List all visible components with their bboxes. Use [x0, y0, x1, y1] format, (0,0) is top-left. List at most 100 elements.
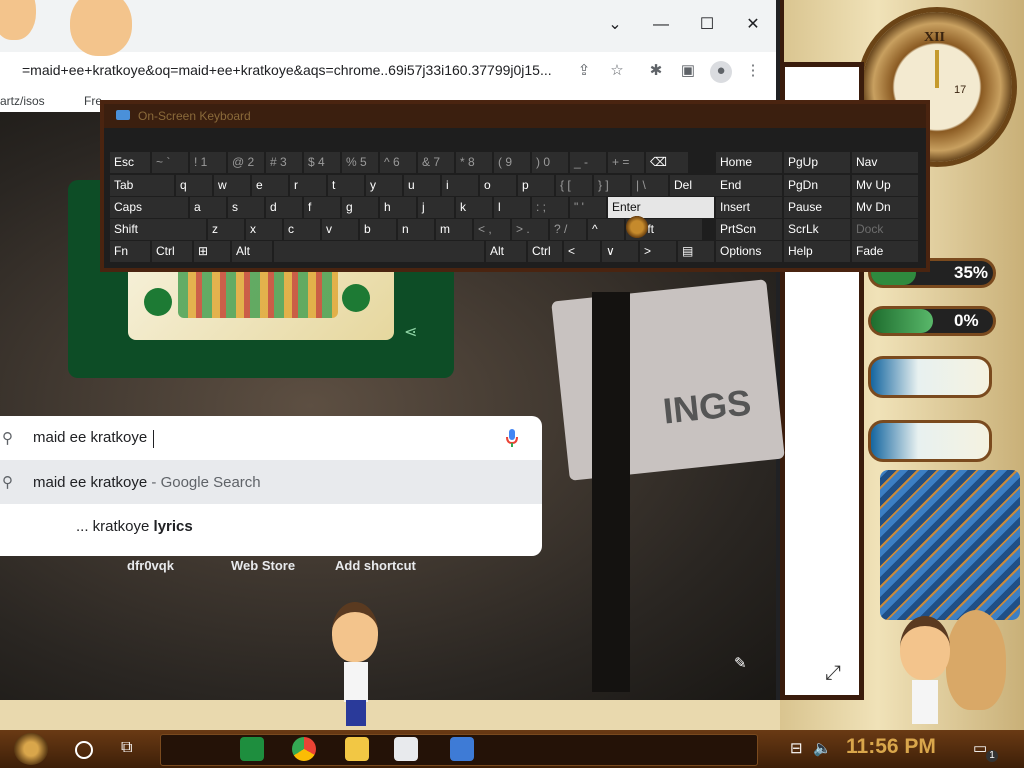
search-input[interactable]: maid ee kratkoye	[33, 429, 147, 446]
key-l[interactable]: l	[494, 197, 530, 218]
key-symbol[interactable]: _ -	[570, 152, 606, 173]
key-c[interactable]: c	[284, 219, 320, 240]
key-t[interactable]: t	[328, 175, 364, 196]
key-symbol[interactable]: { [	[556, 175, 592, 196]
key-symbol[interactable]: >	[640, 241, 676, 262]
key-y[interactable]: y	[366, 175, 402, 196]
key-symbol[interactable]: ▤	[678, 241, 714, 262]
key-q[interactable]: q	[176, 175, 212, 196]
key-dock[interactable]: Dock	[852, 219, 918, 240]
suggestion-text[interactable]: maid ee kratkoye - Google Search	[33, 474, 261, 491]
key-x[interactable]: x	[246, 219, 282, 240]
key-k[interactable]: k	[456, 197, 492, 218]
shortcut-tile[interactable]: Web Store	[231, 558, 295, 573]
google-chat-icon[interactable]	[240, 737, 264, 761]
key-caps[interactable]: Caps	[110, 197, 188, 218]
shortcut-tile[interactable]: dfr0vqk	[127, 558, 174, 573]
customize-pencil-icon[interactable]: ✎	[734, 654, 747, 672]
add-shortcut-button[interactable]: Add shortcut	[335, 558, 416, 573]
task-view-icon[interactable]: ⧉	[121, 739, 132, 757]
chrome-icon[interactable]	[292, 737, 316, 761]
key-3[interactable]: # 3	[266, 152, 302, 173]
key-options[interactable]: Options	[716, 241, 782, 262]
suggestion-text[interactable]: ... kratkoye lyrics	[76, 518, 193, 535]
key-fn[interactable]: Fn	[110, 241, 150, 262]
file-explorer-icon[interactable]	[345, 737, 369, 761]
key-b[interactable]: b	[360, 219, 396, 240]
key-symbol[interactable]: ~ `	[152, 152, 188, 173]
key-ctrl[interactable]: Ctrl	[528, 241, 562, 262]
start-button[interactable]	[14, 733, 48, 765]
key-mv-up[interactable]: Mv Up	[852, 175, 918, 196]
key-9[interactable]: ( 9	[494, 152, 530, 173]
key-symbol[interactable]: + =	[608, 152, 644, 173]
key-i[interactable]: i	[442, 175, 478, 196]
key-symbol[interactable]: } ]	[594, 175, 630, 196]
key-7[interactable]: & 7	[418, 152, 454, 173]
key-u[interactable]: u	[404, 175, 440, 196]
photos-icon[interactable]	[394, 737, 418, 761]
key-s[interactable]: s	[228, 197, 264, 218]
key-m[interactable]: m	[436, 219, 472, 240]
key-scrlk[interactable]: ScrLk	[784, 219, 850, 240]
key-symbol[interactable]: " '	[570, 197, 606, 218]
key-nav[interactable]: Nav	[852, 152, 918, 173]
volume-icon[interactable]: 🔈	[813, 739, 832, 757]
key-5[interactable]: % 5	[342, 152, 378, 173]
key-pgup[interactable]: PgUp	[784, 152, 850, 173]
key-e[interactable]: e	[252, 175, 288, 196]
key-end[interactable]: End	[716, 175, 782, 196]
key-tab[interactable]: Tab	[110, 175, 174, 196]
key-symbol[interactable]: ⊞	[194, 241, 230, 262]
taskbar-clock[interactable]: 11:56 PM	[846, 735, 936, 759]
key-d[interactable]: d	[266, 197, 302, 218]
key-enter[interactable]: Enter	[608, 197, 714, 218]
key-symbol[interactable]: ∨	[602, 241, 638, 262]
key-fade[interactable]: Fade	[852, 241, 918, 262]
key-symbol[interactable]: > .	[512, 219, 548, 240]
key-h[interactable]: h	[380, 197, 416, 218]
key-0[interactable]: ) 0	[532, 152, 568, 173]
key-esc[interactable]: Esc	[110, 152, 150, 173]
key-pause[interactable]: Pause	[784, 197, 850, 218]
key-symbol[interactable]: <	[564, 241, 600, 262]
key-insert[interactable]: Insert	[716, 197, 782, 218]
key-4[interactable]: $ 4	[304, 152, 340, 173]
key-n[interactable]: n	[398, 219, 434, 240]
key-symbol[interactable]: : ;	[532, 197, 568, 218]
key-symbol[interactable]: ⌫	[646, 152, 688, 173]
key-space[interactable]	[274, 241, 484, 262]
cortana-icon[interactable]	[75, 741, 93, 759]
microphone-icon[interactable]	[505, 428, 519, 448]
key-f[interactable]: f	[304, 197, 340, 218]
key-shift[interactable]: Shift	[110, 219, 206, 240]
key-o[interactable]: o	[480, 175, 516, 196]
key-j[interactable]: j	[418, 197, 454, 218]
remote-desktop-icon[interactable]	[450, 737, 474, 761]
key-1[interactable]: ! 1	[190, 152, 226, 173]
key-z[interactable]: z	[208, 219, 244, 240]
doodle-share-icon[interactable]: ⋖	[404, 322, 417, 342]
key-symbol[interactable]: < ,	[474, 219, 510, 240]
key-prtscn[interactable]: PrtScn	[716, 219, 782, 240]
key-8[interactable]: * 8	[456, 152, 492, 173]
key-alt[interactable]: Alt	[232, 241, 272, 262]
key-ctrl[interactable]: Ctrl	[152, 241, 192, 262]
key-home[interactable]: Home	[716, 152, 782, 173]
key-2[interactable]: @ 2	[228, 152, 264, 173]
key-symbol[interactable]: | \	[632, 175, 668, 196]
key-symbol[interactable]: ? /	[550, 219, 586, 240]
expand-icon[interactable]: ⤢	[825, 662, 841, 685]
key-alt[interactable]: Alt	[486, 241, 526, 262]
key-g[interactable]: g	[342, 197, 378, 218]
key-w[interactable]: w	[214, 175, 250, 196]
key-p[interactable]: p	[518, 175, 554, 196]
key-mv-dn[interactable]: Mv Dn	[852, 197, 918, 218]
key-v[interactable]: v	[322, 219, 358, 240]
key-r[interactable]: r	[290, 175, 326, 196]
key-help[interactable]: Help	[784, 241, 850, 262]
key-6[interactable]: ^ 6	[380, 152, 416, 173]
key-del[interactable]: Del	[670, 175, 718, 196]
key-a[interactable]: a	[190, 197, 226, 218]
key-symbol[interactable]: ^	[588, 219, 624, 240]
